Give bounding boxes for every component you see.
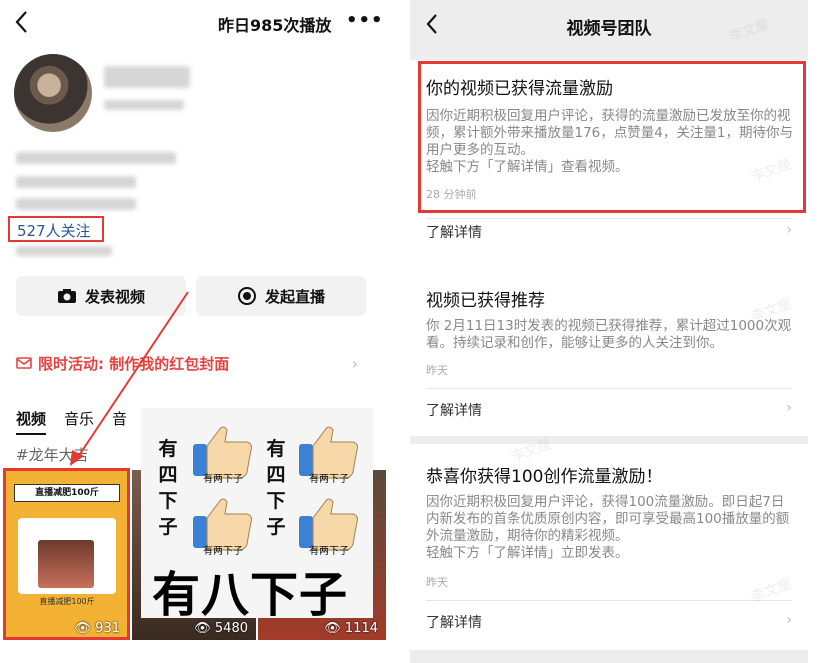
meme-text-left: 有四 下子 [158,438,178,538]
notification-card-2[interactable]: 视频已获得推荐 你 2月11日13时发表的视频已获得推荐，累计超过1000次观看… [410,262,808,436]
details-link[interactable]: 了解详情 [426,612,482,632]
divider [426,600,792,601]
card-title: 恭喜你获得100创作流量激励！ [426,467,663,487]
divider [426,218,792,219]
details-link[interactable]: 了解详情 [426,222,482,242]
card-body: 因你近期积极回复用户评论，获得100流量激励。即日起7日内新发布的首条优质原创内… [426,494,790,561]
card-time: 昨天 [426,364,448,377]
card-time: 昨天 [426,576,448,589]
details-link[interactable]: 了解详情 [426,400,482,420]
divider [426,388,792,389]
thumb-caption: 有两下子 [203,474,243,485]
profile-panel: 昨日985次播放 ••• 527人关注 发表视频 发起直播 限时活动: 制作我的… [0,0,386,663]
header: 视频号团队 [410,0,808,48]
notification-panel: 视频号团队 你的视频已获得流量激励 因你近期积极回复用户评论，获得的流量激励已发… [410,0,808,663]
meme-text-right: 有四 下子 [266,438,286,538]
page-title: 视频号团队 [566,19,652,39]
meme-big-text: 有八下子 [152,567,349,623]
chevron-right-icon: › [786,400,792,416]
notification-card-3[interactable]: 恭喜你获得100创作流量激励！ 因你近期积极回复用户评论，获得100流量激励。即… [410,444,808,650]
thumb-caption: 有两下子 [309,474,349,485]
card-title: 视频已获得推荐 [426,291,545,311]
highlight-box [418,61,806,213]
card-body: 你 2月11日13时发表的视频已获得推荐，累计超过1000次观看。持续记录和创作… [426,318,792,351]
chevron-right-icon: › [786,222,792,238]
chevron-right-icon: › [786,612,792,628]
